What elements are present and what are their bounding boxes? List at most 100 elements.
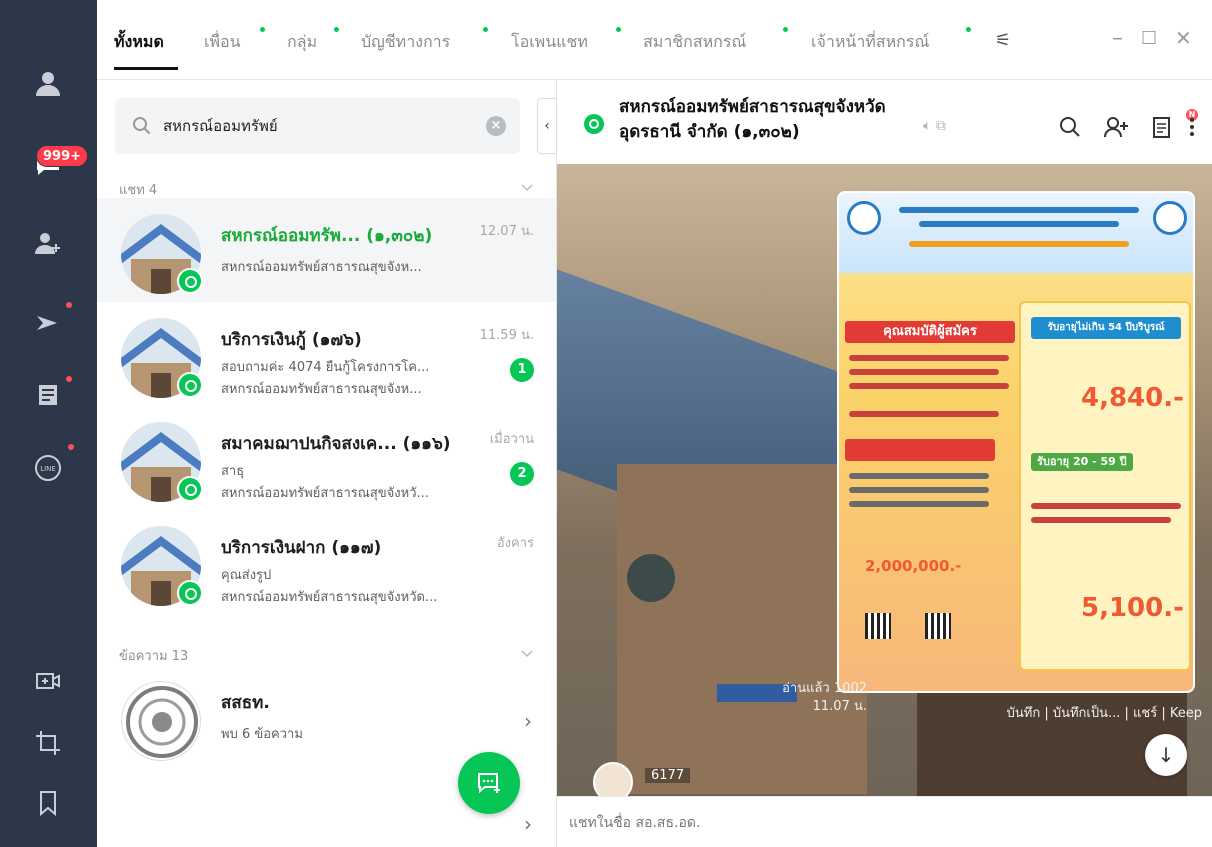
sender-count: 6177 xyxy=(645,768,691,783)
avatar xyxy=(121,681,201,761)
minimize-button[interactable]: – xyxy=(1112,26,1123,51)
crop-icon[interactable] xyxy=(31,726,65,760)
chat-account: สหกรณ์ออมทรัพย์สาธารณสุขจังหวัด... xyxy=(221,590,438,605)
notes-icon[interactable] xyxy=(1149,114,1175,140)
add-member-icon[interactable] xyxy=(1103,114,1129,140)
poster-age2: รับอายุ 20 - 59 ปี xyxy=(1031,453,1133,471)
tab-official[interactable]: บัญชีทางการ xyxy=(361,30,450,55)
poster-text-line xyxy=(909,241,1129,247)
tab-underline xyxy=(114,67,178,70)
line-official-icon xyxy=(584,114,604,134)
bookmark-icon[interactable] xyxy=(31,786,65,820)
poster-left-column: คุณสมบัติผู้สมัคร 2,000,000.- xyxy=(845,321,1015,647)
search-icon xyxy=(133,117,151,135)
poster-text-line xyxy=(849,355,1009,361)
message-input[interactable] xyxy=(569,811,1169,835)
chat-time: เมื่อวาน xyxy=(489,432,534,447)
tab-dot xyxy=(783,27,788,32)
poster-amount-1: 4,840.- xyxy=(1081,383,1184,413)
chat-time: 12.07 น. xyxy=(479,224,534,239)
chat-title: สหกรณ์ออมทรัพ... (๑,๓๐๒) xyxy=(221,226,433,246)
chat-account: สหกรณ์ออมทรัพย์สาธารณสุขจังหวั... xyxy=(221,486,429,501)
poster-text-line xyxy=(849,369,999,375)
image-message[interactable]: คุณสมบัติผู้สมัคร 2,000,000.- รับอายุไม่… xyxy=(837,191,1195,693)
chat-row[interactable]: บริการเงินกู้ (๑๗๖) สอบถามค่ะ 4074 ยืนกู… xyxy=(97,302,556,406)
svg-text:LINE: LINE xyxy=(40,465,56,473)
chat-row[interactable]: บริการเงินฝาก (๑๑๗) คุณส่งรูป สหกรณ์ออมท… xyxy=(97,510,556,614)
chat-input-bar xyxy=(557,796,1212,847)
search-input[interactable] xyxy=(163,112,483,140)
clear-search-icon[interactable]: × xyxy=(486,116,506,136)
section-messages: ข้อความ 13 xyxy=(119,649,189,664)
tab-settings-icon[interactable]: ⚟ xyxy=(995,30,1011,51)
tab-dot xyxy=(334,27,339,32)
poster-age1: รับอายุไม่เกิน 54 ปีบริบูรณ์ xyxy=(1031,317,1181,339)
line-dot xyxy=(68,444,74,450)
unread-badge: 999+ xyxy=(36,145,89,167)
qr-code xyxy=(925,613,951,639)
line-official-icon xyxy=(177,476,203,502)
collapse-panel-button[interactable]: ‹ xyxy=(537,98,557,154)
chat-account: สหกรณ์ออมทรัพย์สาธารณสุขจังห... xyxy=(221,382,422,397)
poster-amount-2: 5,100.- xyxy=(1081,593,1184,623)
line-official-icon xyxy=(177,580,203,606)
tab-members[interactable]: สมาชิกสหกรณ์ xyxy=(643,30,746,55)
new-chat-icon xyxy=(478,773,500,794)
chat-time: 11.59 น. xyxy=(479,328,534,343)
poster-text-line xyxy=(849,501,989,507)
poster-text-line xyxy=(1031,517,1171,523)
unread-count: 2 xyxy=(510,462,534,486)
news-icon[interactable] xyxy=(31,378,65,412)
tab-bar: ทั้งหมด เพื่อน กลุ่ม บัญชีทางการ โอเพนแช… xyxy=(97,0,1212,80)
line-icon[interactable]: LINE xyxy=(31,451,65,485)
chat-header: สหกรณ์ออมทรัพย์สาธารณสุขจังหวัดอุดรธานี … xyxy=(557,80,1212,164)
poster-text-line xyxy=(849,411,999,417)
poster-header xyxy=(839,193,1193,273)
poster-text-line xyxy=(849,383,1009,389)
new-chat-button[interactable] xyxy=(458,752,520,814)
search-box: × xyxy=(115,98,520,154)
add-friend-icon[interactable] xyxy=(31,226,65,260)
chevron-down-icon[interactable] xyxy=(520,180,534,194)
line-app: 999+ LINE ทั้งหมด เพื่อน กลุ่ม บัญชีทางก… xyxy=(0,0,1212,847)
chat-row[interactable]: สหกรณ์ออมทรัพ... (๑,๓๐๒) สหกรณ์ออมทรัพย์… xyxy=(97,198,556,302)
seal-icon xyxy=(847,201,881,235)
read-count: อ่านแล้ว 1002 xyxy=(782,681,867,696)
chevron-down-icon[interactable] xyxy=(520,646,534,660)
left-rail: 999+ LINE xyxy=(0,0,97,847)
tab-dot xyxy=(966,27,971,32)
chat-title: สมาคมฌาปนกิจสงเค... (๑๑๖) xyxy=(221,434,451,454)
tab-dot xyxy=(260,27,265,32)
tab-all[interactable]: ทั้งหมด xyxy=(114,30,164,55)
video-icon[interactable] xyxy=(31,664,65,698)
mute-icon: 🔈︎ ⧉ xyxy=(923,118,946,134)
poster-text-line xyxy=(849,473,989,479)
poster-text-line xyxy=(849,487,989,493)
close-button[interactable]: ✕ xyxy=(1175,26,1192,50)
tab-friends[interactable]: เพื่อน xyxy=(204,30,241,55)
chat-time: อังคาร xyxy=(496,536,534,551)
seal-icon xyxy=(1153,201,1187,235)
message-actions[interactable]: บันทึก | บันทึกเป็น... | แชร์ | Keep xyxy=(1007,702,1202,723)
scroll-down-button[interactable]: ↓ xyxy=(1145,734,1187,776)
chat-title: บริการเงินฝาก (๑๑๗) xyxy=(221,538,382,558)
chat-preview: พบ 6 ข้อความ xyxy=(221,727,303,742)
more-icon[interactable] xyxy=(1187,114,1197,140)
chat-preview: สหกรณ์ออมทรัพย์สาธารณสุขจังห... xyxy=(221,260,422,275)
read-receipt: อ่านแล้ว 1002 11.07 น. xyxy=(782,680,867,716)
tab-openchat[interactable]: โอเพนแชท xyxy=(511,30,588,55)
maximize-button[interactable]: ☐ xyxy=(1141,28,1157,49)
search-icon[interactable] xyxy=(1057,114,1083,140)
chat-row[interactable]: สมาคมฌาปนกิจสงเค... (๑๑๖) สาธุ สหกรณ์ออม… xyxy=(97,406,556,510)
tab-dot xyxy=(616,27,621,32)
person-icon[interactable] xyxy=(31,66,65,100)
poster-qualify-heading: คุณสมบัติผู้สมัคร xyxy=(845,321,1015,343)
chat-list-panel: × ‹ แชท 4 สหกรณ์ออมทรัพ... (๑,๓๐๒) สหกรณ… xyxy=(97,80,557,847)
poster-red-block xyxy=(845,439,995,461)
tab-groups[interactable]: กลุ่ม xyxy=(287,30,317,55)
poster-coverage: 2,000,000.- xyxy=(865,557,962,575)
tab-staff[interactable]: เจ้าหน้าที่สหกรณ์ xyxy=(811,30,929,55)
chat-title: สสธท. xyxy=(221,693,270,713)
voom-icon[interactable] xyxy=(31,306,65,340)
chat-room-title[interactable]: สหกรณ์ออมทรัพย์สาธารณสุขจังหวัดอุดรธานี … xyxy=(619,95,939,145)
